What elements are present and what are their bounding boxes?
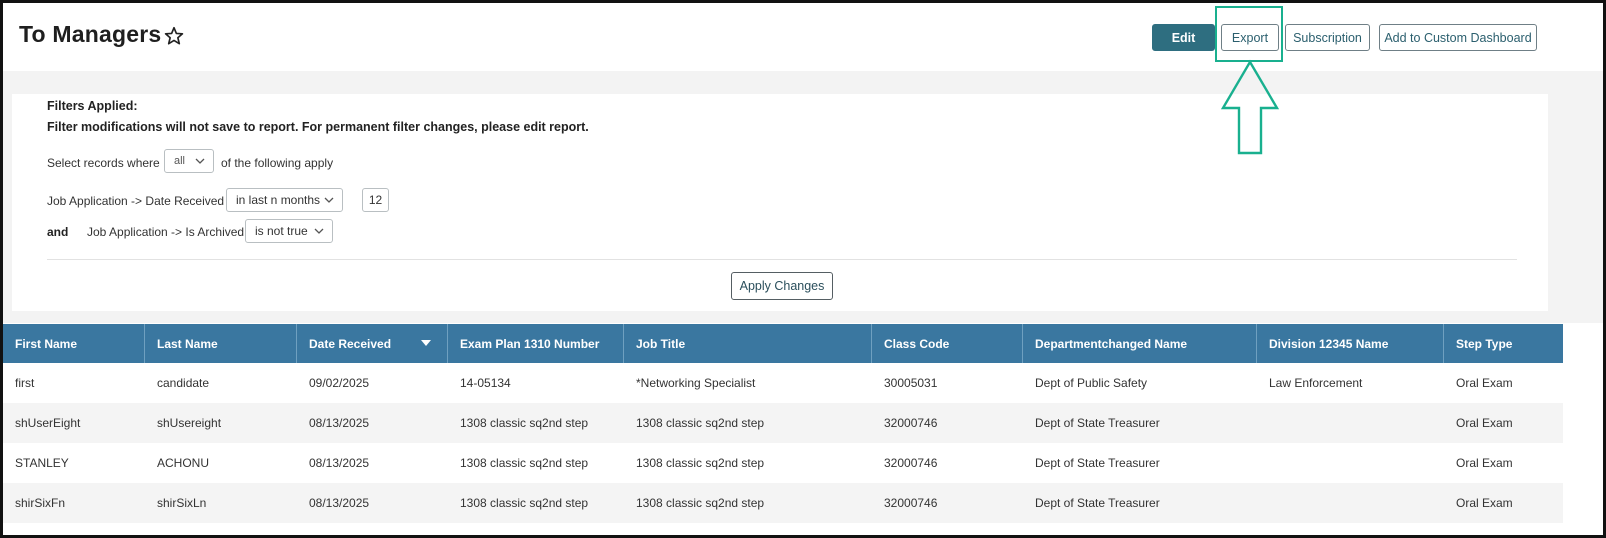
cell-date-received: 08/13/2025: [309, 496, 370, 510]
column-header[interactable]: Last Name: [145, 324, 297, 363]
months-value-input[interactable]: 12: [362, 188, 389, 212]
column-header[interactable]: Step Type: [1444, 324, 1563, 363]
star-outline-icon[interactable]: [163, 25, 185, 47]
table-row[interactable]: first candidate 09/02/2025 14-05134 *Net…: [3, 363, 1563, 403]
cell-step-type: Oral Exam: [1456, 376, 1513, 390]
cell-step-type: Oral Exam: [1456, 496, 1513, 510]
cell-class-code: 32000746: [884, 496, 938, 510]
cell-exam-plan: 1308 classic sq2nd step: [460, 496, 589, 510]
date-operator-value: in last n months: [236, 193, 321, 207]
table-row[interactable]: STANLEY ACHONU 08/13/2025 1308 classic s…: [3, 443, 1563, 483]
apply-changes-button[interactable]: Apply Changes: [731, 272, 833, 300]
report-header: To Managers Edit Export Subscription Add…: [3, 3, 1603, 71]
cell-job-title: *Networking Specialist: [636, 376, 756, 390]
cell-division: Law Enforcement: [1269, 376, 1363, 390]
table-row[interactable]: shirSixFn shirSixLn 08/13/2025 1308 clas…: [3, 483, 1563, 523]
report-window: To Managers Edit Export Subscription Add…: [0, 0, 1606, 538]
cell-step-type: Oral Exam: [1456, 416, 1513, 430]
cell-job-title: 1308 classic sq2nd step: [636, 496, 765, 510]
filters-note: Filter modifications will not save to re…: [47, 120, 589, 134]
cell-class-code: 30005031: [884, 376, 938, 390]
cell-last-name: ACHONU: [157, 456, 210, 470]
cell-first-name: shirSixFn: [15, 496, 66, 510]
table-row[interactable]: shUserEight shUsereight 08/13/2025 1308 …: [3, 403, 1563, 443]
table-header: First Name Last Name Date Received Exam …: [3, 324, 1563, 363]
cell-division: [1257, 483, 1444, 523]
cell-class-code: 32000746: [884, 416, 938, 430]
cell-first-name: STANLEY: [15, 456, 69, 470]
cell-job-title: 1308 classic sq2nd step: [636, 456, 765, 470]
chevron-down-icon: [324, 197, 334, 203]
column-header[interactable]: Division 12345 Name: [1257, 324, 1444, 363]
cell-last-name: candidate: [157, 376, 210, 390]
chevron-down-icon: [195, 158, 205, 164]
cell-job-title: 1308 classic sq2nd step: [636, 416, 765, 430]
column-header[interactable]: Job Title: [624, 324, 872, 363]
cell-step-type: Oral Exam: [1456, 456, 1513, 470]
cell-department: Dept of State Treasurer: [1035, 496, 1160, 510]
cell-department: Dept of State Treasurer: [1035, 456, 1160, 470]
archived-operator-value: is not true: [255, 224, 308, 238]
column-header[interactable]: Departmentchanged Name: [1023, 324, 1257, 363]
cell-exam-plan: 1308 classic sq2nd step: [460, 416, 589, 430]
condition-field-label: Job Application -> Is Archived: [87, 225, 245, 239]
condition-field-label: Job Application -> Date Received: [47, 194, 225, 208]
arrow-up-icon: [1220, 59, 1280, 155]
cell-exam-plan: 1308 classic sq2nd step: [460, 456, 589, 470]
column-header-sorted[interactable]: Date Received: [297, 324, 448, 363]
edit-button[interactable]: Edit: [1152, 24, 1215, 51]
page-title: To Managers: [19, 21, 162, 47]
sort-desc-icon[interactable]: [421, 340, 431, 347]
cell-division: [1257, 403, 1444, 443]
archived-operator-select[interactable]: is not true: [245, 219, 333, 243]
cell-last-name: shUsereight: [157, 416, 222, 430]
cell-department: Dept of Public Safety: [1035, 376, 1148, 390]
filter-divider: [47, 259, 1517, 260]
cell-division: [1257, 443, 1444, 483]
cell-department: Dept of State Treasurer: [1035, 416, 1160, 430]
cell-first-name: first: [15, 376, 35, 390]
cell-date-received: 08/13/2025: [309, 456, 370, 470]
column-header[interactable]: Class Code: [872, 324, 1023, 363]
subscription-button[interactable]: Subscription: [1285, 24, 1370, 51]
match-mode-select[interactable]: all: [164, 149, 214, 173]
export-highlight-box: [1215, 6, 1283, 62]
condition-connector: and: [47, 225, 69, 239]
add-to-dashboard-button[interactable]: Add to Custom Dashboard: [1379, 24, 1537, 51]
cell-class-code: 32000746: [884, 456, 938, 470]
date-operator-select[interactable]: in last n months: [226, 188, 343, 212]
cell-first-name: shUserEight: [15, 416, 81, 430]
column-header[interactable]: First Name: [3, 324, 145, 363]
cell-exam-plan: 14-05134: [460, 376, 511, 390]
match-mode-value: all: [174, 155, 186, 167]
cell-date-received: 08/13/2025: [309, 416, 370, 430]
cell-last-name: shirSixLn: [157, 496, 207, 510]
select-records-label: Select records where: [47, 156, 160, 170]
following-apply-label: of the following apply: [221, 156, 334, 170]
cell-date-received: 09/02/2025: [309, 376, 370, 390]
filters-heading: Filters Applied:: [47, 99, 138, 113]
chevron-down-icon: [314, 228, 324, 234]
column-header[interactable]: Exam Plan 1310 Number: [448, 324, 624, 363]
column-header-label: Date Received: [309, 336, 392, 351]
